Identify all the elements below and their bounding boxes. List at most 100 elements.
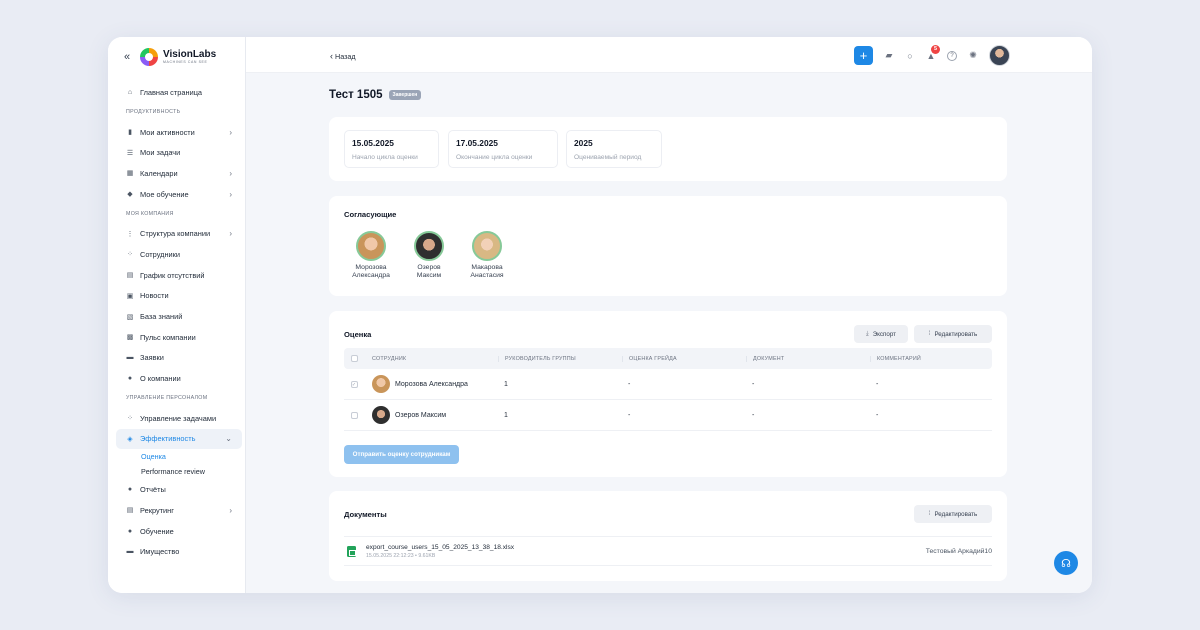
sidebar-item-absence-schedule[interactable]: ▤ График отсутствий [116, 265, 242, 286]
document-author: Тестовый Аркадий10 [925, 547, 992, 555]
column-header: ДОКУМЕНТ [746, 355, 870, 362]
back-link[interactable]: ‹ Назад [330, 51, 356, 61]
approver[interactable]: Морозова Александра [341, 231, 401, 281]
document-cell: - [752, 380, 755, 388]
period-card: 15.05.2025 Начало цикла оценки 17.05.202… [329, 117, 1007, 181]
sidebar-item-label: Имущество [140, 547, 180, 557]
back-label: Назад [335, 51, 356, 61]
sidebar-item-label: Пульс компании [140, 332, 196, 342]
search-icon[interactable]: ○ [905, 51, 915, 61]
help-icon[interactable]: ? [947, 50, 957, 61]
sidebar-item-my-learning[interactable]: ◆ Мое обучение › [116, 184, 242, 205]
approver[interactable]: Озеров Максим [399, 231, 459, 281]
sidebar-item-efficiency[interactable]: ◈ Эффективность ⌄ [116, 428, 242, 450]
sidebar-item-knowledge-base[interactable]: ▧ База знаний [116, 306, 242, 327]
sidebar-item-company-pulse[interactable]: ▩ Пульс компании [116, 327, 242, 348]
pulse-icon: ▩ [126, 334, 134, 342]
period-value: 15.05.2025 [352, 138, 394, 148]
documents-edit-button[interactable]: ⁞ Редактировать [914, 505, 992, 523]
select-all-checkbox[interactable] [350, 355, 358, 362]
employee-name: Озеров Максим [395, 411, 447, 419]
notification-badge: 5 [931, 44, 940, 54]
reports-icon: ● [127, 486, 133, 494]
period-value: 17.05.2025 [456, 138, 498, 148]
table-row[interactable]: ✓ Морозова Александра 1 - - - [344, 369, 992, 400]
sidebar-item-recruiting[interactable]: ▤ Рекрутинг › [116, 500, 242, 521]
table-row[interactable]: Озеров Максим 1 - - - [344, 400, 992, 431]
gear-icon[interactable]: ✺ [968, 50, 978, 61]
chat-icon[interactable]: ▰ [884, 50, 894, 61]
assessment-card: Оценка ⤓ Экспорт ⁞ Редактировать СОТРУДН… [329, 311, 1007, 477]
task-management-icon: ⁘ [127, 415, 133, 423]
employee-name: Морозова Александра [395, 380, 468, 388]
support-chat-button[interactable]: ☊ [1054, 551, 1078, 575]
graduation-cap-icon: ◆ [127, 191, 133, 199]
sidebar-item-home[interactable]: ⌂ Главная страница [116, 82, 242, 103]
bell-icon[interactable]: ▲ 5 [926, 44, 940, 61]
sidebar-item-property[interactable]: ▬ Имущество [116, 541, 242, 562]
document-name[interactable]: export_course_users_15_05_2025_13_38_18.… [366, 544, 514, 551]
id-card-icon: ▤ [126, 507, 134, 515]
sidebar-item-my-activities[interactable]: ▮ Мои активности › [116, 122, 242, 143]
chevron-left-icon: ‹ [330, 51, 333, 61]
section-productivity: ПРОДУКТИВНОСТЬ [126, 109, 181, 116]
approvers-title: Согласующие [344, 210, 397, 219]
sidebar-item-news[interactable]: ▣ Новости [116, 286, 242, 307]
chevron-right-icon: › [229, 127, 232, 137]
approver-name: Озеров Максим [416, 264, 442, 280]
approver-name: Морозова Александра [352, 264, 390, 280]
sidebar-subitem-assessment[interactable]: Оценка [116, 449, 242, 464]
column-header: СОТРУДНИК [372, 355, 407, 362]
approver[interactable]: Макарова Анастасия [457, 231, 517, 281]
org-structure-icon: ⋮ [126, 230, 134, 238]
sidebar-item-label: Календари [140, 168, 178, 178]
sidebar-item-company-structure[interactable]: ⋮ Структура компании › [116, 223, 242, 244]
lead-score: 1 [504, 380, 508, 388]
user-avatar[interactable] [989, 45, 1010, 66]
avatar [472, 231, 502, 261]
export-button[interactable]: ⤓ Экспорт [854, 325, 908, 343]
brand-name: VisionLabs [163, 48, 217, 60]
box-icon: ▬ [126, 548, 134, 556]
grade-score: - [628, 380, 631, 388]
sidebar-item-label: Главная страница [140, 87, 203, 97]
comment-cell: - [876, 380, 879, 388]
sidebar-item-calendars[interactable]: ▦ Календари › [116, 163, 242, 184]
edit-button[interactable]: ⁞ Редактировать [914, 325, 992, 343]
brand-tagline: MACHINES CAN SEE [163, 59, 208, 64]
period-start: 15.05.2025 Начало цикла оценки [344, 130, 439, 168]
table-header: СОТРУДНИК РУКОВОДИТЕЛЬ ГРУППЫ ОЦЕНКА ГРЕ… [344, 348, 992, 369]
sidebar-item-my-tasks[interactable]: ☰ Мои задачи [116, 142, 242, 163]
sidebar-item-about-company[interactable]: ● О компании [116, 368, 242, 389]
edit-icon: ⁞ [928, 511, 931, 517]
section-hr: УПРАВЛЕНИЕ ПЕРСОНАЛОМ [126, 395, 208, 402]
sidebar-item-label: График отсутствий [140, 270, 205, 280]
collapse-sidebar-icon[interactable]: « [124, 51, 136, 63]
document-row[interactable]: export_course_users_15_05_2025_13_38_18.… [344, 536, 992, 566]
create-button[interactable]: + [854, 46, 873, 65]
inbox-icon: ▬ [126, 354, 134, 362]
sidebar-item-training[interactable]: ● Обучение [116, 521, 242, 542]
spreadsheet-file-icon [347, 545, 356, 557]
assessment-table: СОТРУДНИК РУКОВОДИТЕЛЬ ГРУППЫ ОЦЕНКА ГРЕ… [344, 348, 992, 431]
chevron-down-icon: ⌄ [225, 434, 232, 444]
calendar-clock-icon: ▤ [126, 272, 134, 280]
row-checkbox[interactable]: ✓ [350, 380, 358, 388]
period-value: 2025 [574, 138, 593, 148]
shield-icon: ◈ [127, 435, 133, 443]
submit-assessment-button[interactable]: Отправить оценку сотрудникам [344, 445, 459, 464]
sidebar-item-task-management[interactable]: ⁘ Управление задачами [116, 408, 242, 429]
row-checkbox[interactable] [350, 411, 358, 419]
sidebar-item-requests[interactable]: ▬ Заявки [116, 348, 242, 369]
sidebar-nav: ⌂ Главная страница ПРОДУКТИВНОСТЬ ▮ Мои … [116, 82, 242, 562]
sidebar-item-label: Новости [140, 291, 169, 301]
avatar [372, 406, 390, 424]
avatar [372, 375, 390, 393]
header-actions: + ▰ ○ ▲ 5 ? ✺ [854, 44, 1010, 66]
home-icon: ⌂ [127, 88, 133, 96]
sidebar-item-employees[interactable]: ⁘ Сотрудники [116, 244, 242, 265]
sidebar-item-label: Отчёты [140, 485, 166, 495]
logo: « VisionLabs MACHINES CAN SEE [124, 46, 216, 68]
sidebar-item-reports[interactable]: ● Отчёты [116, 479, 242, 500]
sidebar-subitem-performance-review[interactable]: Performance review [116, 464, 242, 479]
